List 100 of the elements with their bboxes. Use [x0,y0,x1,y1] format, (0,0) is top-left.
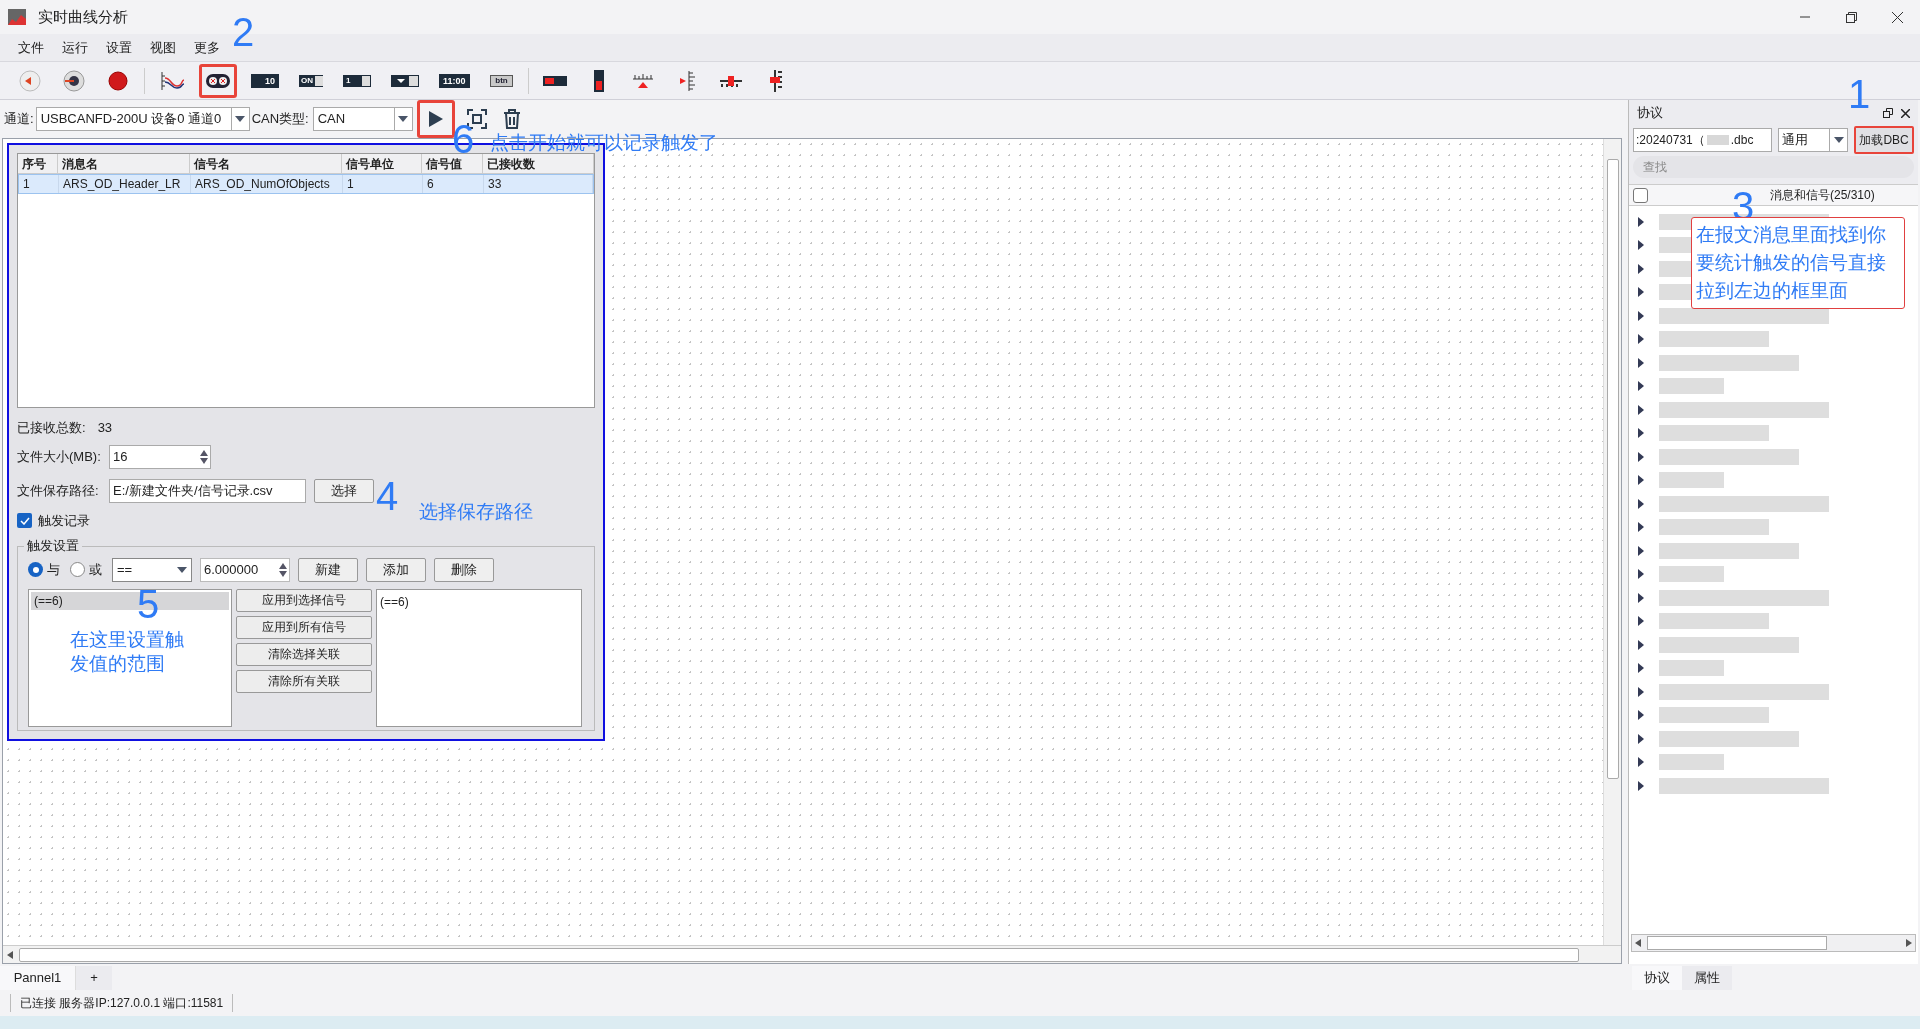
expand-arrow-icon[interactable] [1637,428,1645,439]
expand-arrow-icon[interactable] [1637,498,1645,509]
menu-item[interactable]: 运行 [62,37,88,58]
menu-item[interactable]: 文件 [18,37,44,58]
expand-arrow-icon[interactable] [1637,569,1645,580]
expand-arrow-icon[interactable] [1637,475,1645,486]
panel-tab[interactable]: 属性 [1682,966,1732,990]
load-dbc-button[interactable]: 加载DBC [1854,126,1914,154]
column-header[interactable]: 信号单位 [342,154,422,173]
expand-arrow-icon[interactable] [1637,545,1645,556]
switch-icon[interactable] [199,63,237,98]
play-icon[interactable] [427,110,444,128]
close-icon[interactable] [1901,108,1910,118]
linked-item[interactable]: (==6) [380,592,578,611]
menu-item[interactable]: 视图 [150,37,176,58]
expand-arrow-icon[interactable] [1637,334,1645,345]
spin-up-icon[interactable] [279,562,287,569]
mode-dropdown[interactable]: 通用 [1778,128,1849,152]
expand-arrow-icon[interactable] [1637,404,1645,415]
file-size-field[interactable]: 16 [109,444,211,469]
expand-arrow-icon[interactable] [1637,710,1645,721]
spin-up-icon[interactable] [200,449,208,456]
menu-item[interactable]: 设置 [106,37,132,58]
apply-button[interactable]: 应用到所有信号 [236,615,372,639]
table-cell: 1 [19,175,59,193]
select-all-checkbox[interactable] [1633,187,1648,203]
scroll-right-icon[interactable] [1906,939,1912,947]
radio-label: 或 [89,560,102,579]
expand-arrow-icon[interactable] [1637,240,1645,251]
column-header[interactable]: 信号名 [190,154,342,173]
column-header[interactable]: 消息名 [58,154,190,173]
horizontal-scrollbar[interactable] [1631,934,1916,952]
total-value: 33 [97,419,113,438]
choose-button[interactable]: 选择 [314,478,374,503]
expand-arrow-icon[interactable] [1637,757,1645,768]
expand-arrow-icon[interactable] [1637,522,1645,533]
vertical-scrollbar[interactable] [1603,139,1621,945]
expand-arrow-icon[interactable] [1637,287,1645,298]
trigger-record-checkbox[interactable] [17,513,32,529]
threshold-field[interactable]: 6.000000 [200,557,290,582]
expand-arrow-icon[interactable] [1637,639,1645,650]
expand-arrow-icon[interactable] [1637,616,1645,627]
action-button[interactable]: 添加 [366,557,426,582]
menu-item[interactable]: 更多 [194,37,220,58]
delete-icon[interactable] [502,109,521,129]
caret-icon[interactable] [177,566,187,573]
can-type-label: CAN类型: [251,110,309,129]
blurred-label [1659,378,1724,395]
blurred-label [1659,660,1724,677]
apply-button[interactable]: 应用到选择信号 [236,588,372,612]
panel-tab[interactable]: 协议 [1632,966,1682,990]
annotation-note: 选择保存路径 [419,500,533,524]
column-header[interactable]: 已接收数 [483,154,594,173]
expand-arrow-icon[interactable] [1637,592,1645,603]
panel-tab[interactable]: + [76,966,112,990]
scroll-left-icon[interactable] [7,950,13,959]
expand-arrow-icon[interactable] [1637,780,1645,791]
save-path-field[interactable]: E:/新建文件夹/信号记录.csv [109,478,306,503]
channel-label: 通道: [4,110,34,129]
expand-arrow-icon[interactable] [1637,663,1645,674]
start-button[interactable] [416,100,455,138]
operator-dropdown[interactable]: == [112,557,192,582]
can-type-dropdown[interactable]: CAN [312,107,413,131]
scroll-left-icon[interactable] [1635,939,1641,947]
action-button[interactable]: 删除 [434,557,494,582]
total-label: 已接收总数: [17,419,86,438]
close-icon[interactable] [1891,11,1903,23]
tree-header: 消息和信号(25/310) [1770,187,1875,204]
caret-icon[interactable] [398,116,409,122]
expand-arrow-icon[interactable] [1637,310,1645,321]
expand-arrow-icon[interactable] [1637,263,1645,274]
caret-icon[interactable] [235,116,246,122]
action-button[interactable]: 新建 [298,557,358,582]
radio-button[interactable] [70,562,85,578]
expand-arrow-icon[interactable] [1637,357,1645,368]
column-header[interactable]: 信号值 [422,154,483,173]
spin-down-icon[interactable] [200,457,208,464]
horizontal-scrollbar[interactable] [3,945,1621,963]
expand-arrow-icon[interactable] [1637,381,1645,392]
expand-arrow-icon[interactable] [1637,733,1645,744]
restore-icon[interactable] [1845,11,1857,23]
file-size-label: 文件大小(MB): [17,448,102,467]
trigger-record-label: 触发记录 [38,511,90,530]
table-row[interactable]: 1 ARS_OD_Header_LR ARS_OD_NumOfObjects 1 6 33 [18,174,594,194]
panel-tab[interactable]: Pannel1 [0,966,76,990]
table-cell: ARS_OD_NumOfObjects [191,175,343,193]
expand-arrow-icon[interactable] [1637,451,1645,462]
channel-dropdown[interactable]: USBCANFD-200U 设备0 通道0 [35,107,250,131]
expand-arrow-icon[interactable] [1637,686,1645,697]
apply-button[interactable]: 清除选择关联 [236,642,372,666]
radio-button[interactable] [28,562,43,578]
expand-arrow-icon[interactable] [1637,216,1645,227]
apply-button[interactable]: 清除所有关联 [236,669,372,693]
column-header[interactable]: 序号 [18,154,58,173]
float-icon[interactable] [1883,108,1893,118]
search-field[interactable]: 查找 [1633,156,1914,178]
table-cell: 1 [343,175,423,193]
dbc-file-field[interactable]: :20240731（ .dbc [1633,128,1773,152]
spin-down-icon[interactable] [279,570,287,577]
caret-icon[interactable] [1833,137,1844,143]
